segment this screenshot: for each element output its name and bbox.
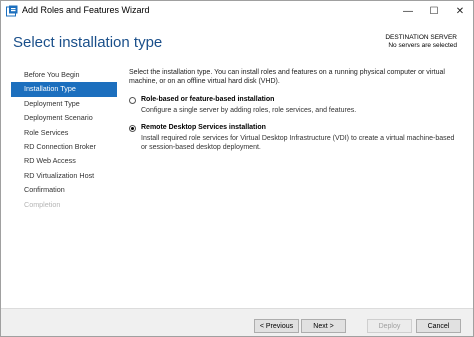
previous-button[interactable]: < Previous: [254, 319, 299, 333]
nav-item-rd-connection-broker[interactable]: RD Connection Broker: [11, 140, 117, 154]
nav-item-rd-virtualization-host[interactable]: RD Virtualization Host: [11, 169, 117, 183]
nav-item-before-you-begin[interactable]: Before You Begin: [11, 68, 117, 82]
maximize-icon: ☐: [429, 6, 439, 17]
wizard-content: Select the installation type. You can in…: [129, 68, 459, 151]
option-description: Install required role services for Virtu…: [141, 135, 455, 151]
nav-item-deployment-type[interactable]: Deployment Type: [11, 97, 117, 111]
close-button[interactable]: ✕: [447, 1, 473, 22]
wizard-header: Select installation type DESTINATION SER…: [1, 22, 473, 62]
minimize-icon: —: [403, 6, 413, 17]
close-icon: ✕: [455, 6, 465, 17]
nav-item-completion: Completion: [24, 199, 61, 209]
next-button[interactable]: Next >: [301, 319, 346, 333]
option-title[interactable]: Role-based or feature-based installation: [141, 96, 274, 103]
nav-item-rd-web-access[interactable]: RD Web Access: [11, 154, 117, 168]
intro-text: Select the installation type. You can in…: [129, 69, 445, 85]
window-title: Add Roles and Features Wizard: [22, 5, 150, 15]
title-bar[interactable]: Add Roles and Features Wizard — ☐ ✕: [1, 1, 473, 22]
destination-server: DESTINATION SERVER No servers are select…: [385, 34, 457, 50]
option-title[interactable]: Remote Desktop Services installation: [141, 124, 266, 131]
wizard-nav: Before You Begin Installation Type Deplo…: [11, 68, 117, 212]
nav-item-installation-type[interactable]: Installation Type: [11, 82, 117, 97]
destination-value: No servers are selected: [388, 42, 457, 49]
option-role-based[interactable]: Role-based or feature-based installation…: [129, 96, 459, 123]
nav-item-deployment-scenario[interactable]: Deployment Scenario: [11, 111, 117, 125]
wizard-window: Add Roles and Features Wizard — ☐ ✕ Sele…: [0, 0, 474, 337]
option-remote-desktop[interactable]: Remote Desktop Services installation Ins…: [129, 124, 459, 155]
radio-remote-desktop[interactable]: [129, 125, 136, 132]
radio-role-based[interactable]: [129, 97, 136, 104]
nav-item-role-services[interactable]: Role Services: [11, 126, 117, 140]
option-description: Configure a single server by adding role…: [141, 107, 357, 114]
wizard-footer: < Previous Next > Deploy Cancel: [1, 308, 473, 336]
deploy-button: Deploy: [367, 319, 412, 333]
destination-label: DESTINATION SERVER: [385, 34, 457, 41]
minimize-button[interactable]: —: [395, 1, 421, 22]
server-manager-icon: [6, 5, 18, 17]
page-title: Select installation type: [13, 34, 163, 51]
maximize-button[interactable]: ☐: [421, 1, 447, 22]
cancel-button[interactable]: Cancel: [416, 319, 461, 333]
nav-item-confirmation[interactable]: Confirmation: [11, 183, 117, 197]
